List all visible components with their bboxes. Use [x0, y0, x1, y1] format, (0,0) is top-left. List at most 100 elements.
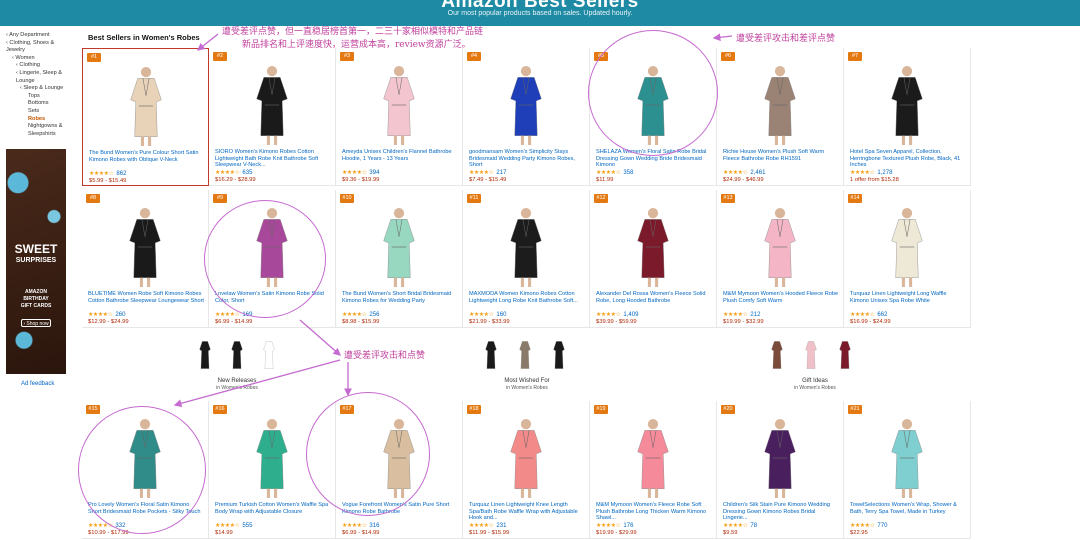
- product-title-link[interactable]: Hotel Spa Seven Apparel, Collection, Her…: [850, 149, 966, 169]
- review-count[interactable]: 316: [369, 523, 379, 529]
- product-card[interactable]: #13 M&M Mymoon Women's Hooded Fleece Robe…: [717, 190, 844, 328]
- rating-stars[interactable]: ★★★★☆ 555: [215, 522, 252, 529]
- rating-stars[interactable]: ★★★★☆ 231: [469, 522, 506, 529]
- review-count[interactable]: 1,409: [623, 312, 638, 318]
- product-title-link[interactable]: Premium Turkish Cotton Women's Waffle Sp…: [215, 502, 331, 522]
- review-count[interactable]: 78: [750, 523, 757, 529]
- rating-stars[interactable]: ★★★★☆ 1,278: [850, 169, 892, 176]
- product-image[interactable]: [243, 64, 301, 146]
- product-image[interactable]: [243, 417, 301, 499]
- review-count[interactable]: 256: [369, 312, 379, 318]
- product-image[interactable]: [624, 417, 682, 499]
- rating-stars[interactable]: ★★★★☆ 160: [469, 311, 506, 318]
- review-count[interactable]: 260: [115, 312, 125, 318]
- product-image[interactable]: [751, 417, 809, 499]
- sidebar-item-sets[interactable]: Sets: [6, 108, 78, 116]
- product-card[interactable]: #11 MAXMODA Women Kimono Robes Cotton Lig…: [463, 190, 590, 328]
- review-count[interactable]: 662: [877, 312, 887, 318]
- rating-stars[interactable]: ★★★★☆ 394: [342, 169, 379, 176]
- product-image[interactable]: [878, 206, 936, 288]
- product-title-link[interactable]: Ameyda Unisex Children's Flannel Bathrob…: [342, 149, 458, 169]
- rating-stars[interactable]: ★★★★☆ 635: [215, 169, 252, 176]
- product-card[interactable]: #7 Hotel Spa Seven Apparel, Collection, H…: [844, 48, 971, 186]
- product-image[interactable]: [878, 64, 936, 146]
- product-card[interactable]: #3 Ameyda Unisex Children's Flannel Bathr…: [336, 48, 463, 186]
- sidebar-item-lingerie-sleep-lounge[interactable]: ‹ Lingerie, Sleep & Lounge: [6, 70, 72, 85]
- product-title-link[interactable]: MAXMODA Women Kimono Robes Cotton Lightw…: [469, 291, 585, 311]
- product-image[interactable]: [497, 417, 555, 499]
- product-title-link[interactable]: M&M Mymoon Women's Fleece Robe Soft Plus…: [596, 502, 712, 522]
- product-image[interactable]: [116, 206, 174, 288]
- review-count[interactable]: 770: [877, 523, 887, 529]
- product-image[interactable]: [370, 64, 428, 146]
- review-count[interactable]: 1,278: [877, 170, 892, 176]
- gift-ideas-label[interactable]: Gift Ideas: [700, 378, 930, 384]
- rating-stars[interactable]: ★★★★☆ 217: [469, 169, 506, 176]
- product-image[interactable]: [497, 206, 555, 288]
- product-card[interactable]: #10 The Bund Women's Short Bridal Bridesm…: [336, 190, 463, 328]
- rating-stars[interactable]: ★★★★☆ 862: [89, 170, 126, 177]
- gift-card-ad[interactable]: SWEET SURPRISES AMAZON BIRTHDAY GIFT CAR…: [6, 149, 66, 374]
- sidebar-item-nightgowns[interactable]: Nightgowns & Sleepshirts: [6, 123, 72, 138]
- product-title-link[interactable]: SIORO Women's Kimono Robes Cotton Lightw…: [215, 149, 331, 169]
- new-releases-label[interactable]: New Releases: [122, 378, 352, 384]
- review-count[interactable]: 394: [369, 170, 379, 176]
- product-title-link[interactable]: BLUETIME Women Robe Soft Kimono Robes Co…: [88, 291, 204, 311]
- rating-stars[interactable]: ★★★★☆ 316: [342, 522, 379, 529]
- rating-stars[interactable]: ★★★★☆ 256: [342, 311, 379, 318]
- product-image[interactable]: [117, 65, 175, 147]
- product-title-link[interactable]: The Bund Women's Pure Colour Short Satin…: [89, 150, 205, 170]
- product-image[interactable]: [751, 206, 809, 288]
- product-image[interactable]: [370, 206, 428, 288]
- rating-stars[interactable]: ★★★★☆ 770: [850, 522, 887, 529]
- sidebar-item-robes[interactable]: Robes: [6, 116, 78, 124]
- product-card[interactable]: #18 Turquaz Linen Lightweight Knee Length…: [463, 401, 590, 539]
- most-wished-label[interactable]: Most Wished For: [412, 378, 642, 384]
- review-count[interactable]: 2,461: [750, 170, 765, 176]
- review-count[interactable]: 862: [116, 171, 126, 177]
- sidebar-item-clothing[interactable]: ‹ Clothing: [6, 62, 78, 70]
- sidebar-item-tops[interactable]: Tops: [6, 93, 78, 101]
- product-image[interactable]: [624, 206, 682, 288]
- rating-stars[interactable]: ★★★★☆ 1,409: [596, 311, 638, 318]
- product-card[interactable]: #21 TowelSelections Women's Wrap, Shower …: [844, 401, 971, 539]
- sidebar-item-sleep-lounge[interactable]: ‹ Sleep & Lounge: [6, 85, 78, 93]
- rating-stars[interactable]: ★★★★☆ 358: [596, 169, 633, 176]
- product-title-link[interactable]: M&M Mymoon Women's Hooded Fleece Robe Pl…: [723, 291, 839, 311]
- product-card[interactable]: #12 Alexander Del Rossa Women's Fleece So…: [590, 190, 717, 328]
- rating-stars[interactable]: ★★★★☆ 176: [596, 522, 633, 529]
- sidebar-item-any-department[interactable]: ‹ Any Department: [6, 32, 78, 40]
- product-card[interactable]: #2 SIORO Women's Kimono Robes Cotton Ligh…: [209, 48, 336, 186]
- rating-stars[interactable]: ★★★★☆ 78: [723, 522, 757, 529]
- review-count[interactable]: 555: [242, 523, 252, 529]
- sidebar-item-bottoms[interactable]: Bottoms: [6, 100, 78, 108]
- rating-stars[interactable]: ★★★★☆ 260: [88, 311, 125, 318]
- product-title-link[interactable]: goodmansam Women's Simplicity Stays Brid…: [469, 149, 585, 169]
- sidebar-item-women[interactable]: ‹ Women: [6, 55, 78, 63]
- product-title-link[interactable]: Turquaz Linen Lightweight Knee Length Sp…: [469, 502, 585, 522]
- rating-stars[interactable]: ★★★★☆ 2,461: [723, 169, 765, 176]
- product-title-link[interactable]: The Bund Women's Short Bridal Bridesmaid…: [342, 291, 458, 311]
- product-title-link[interactable]: Richie House Women's Plush Soft Warm Fle…: [723, 149, 839, 169]
- product-card[interactable]: #4 goodmansam Women's Simplicity Stays Br…: [463, 48, 590, 186]
- rating-stars[interactable]: ★★★★☆ 662: [850, 311, 887, 318]
- review-count[interactable]: 217: [496, 170, 506, 176]
- product-image[interactable]: [878, 417, 936, 499]
- product-image[interactable]: [497, 64, 555, 146]
- sidebar-item-clothing-shoes-jewelry[interactable]: ‹ Clothing, Shoes & Jewelry: [6, 40, 72, 55]
- ad-shop-now-button[interactable]: › Shop now: [21, 319, 51, 327]
- product-title-link[interactable]: Children's Silk Stain Pure Kimono Weddin…: [723, 502, 839, 522]
- product-card[interactable]: #14 Turquaz Linen Lightweight Long Waffle…: [844, 190, 971, 328]
- product-image[interactable]: [751, 64, 809, 146]
- review-count[interactable]: 160: [496, 312, 506, 318]
- product-card[interactable]: #19 M&M Mymoon Women's Fleece Robe Soft P…: [590, 401, 717, 539]
- product-title-link[interactable]: TowelSelections Women's Wrap, Shower & B…: [850, 502, 966, 522]
- product-title-link[interactable]: Alexander Del Rossa Women's Fleece Solid…: [596, 291, 712, 311]
- review-count[interactable]: 358: [623, 170, 633, 176]
- product-card[interactable]: #8 BLUETIME Women Robe Soft Kimono Robes …: [82, 190, 209, 328]
- product-card[interactable]: #20 Children's Silk Stain Pure Kimono Wed…: [717, 401, 844, 539]
- review-count[interactable]: 635: [242, 170, 252, 176]
- review-count[interactable]: 176: [623, 523, 633, 529]
- review-count[interactable]: 212: [750, 312, 760, 318]
- ad-feedback-link[interactable]: Ad feedback: [21, 381, 54, 387]
